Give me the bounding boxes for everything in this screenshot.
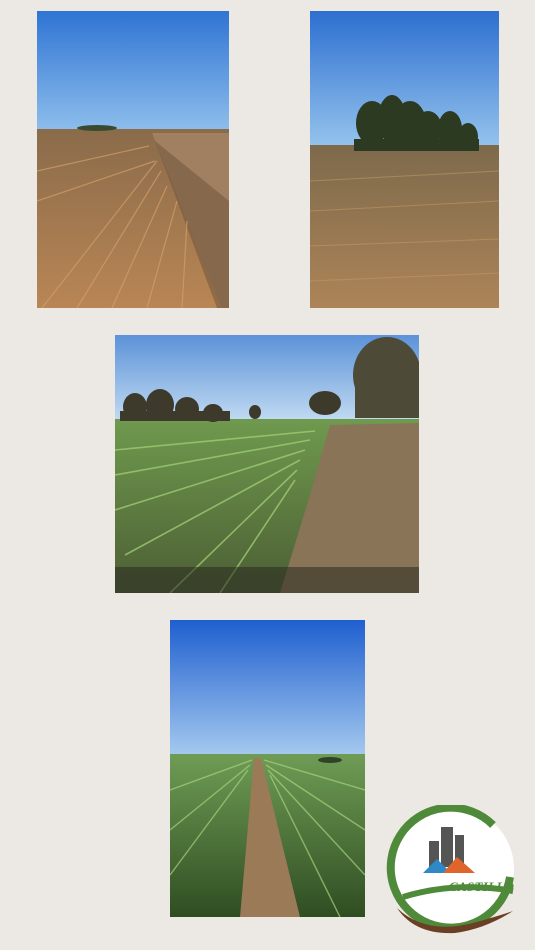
sprouting-crop-image: [115, 335, 419, 593]
photo-corn-field: [170, 620, 365, 917]
logo-mark: [386, 805, 514, 934]
soybean-field-image: [310, 11, 499, 308]
logo-wordmark: CASTILLO: [449, 879, 515, 894]
harvest-field-image: [37, 11, 229, 308]
photo-sprouting-crop: [115, 335, 419, 593]
photo-soybean-field: [310, 11, 499, 308]
corn-field-image: [170, 620, 365, 917]
castillo-logo: [385, 805, 520, 940]
photo-harvest-field: [37, 11, 229, 308]
